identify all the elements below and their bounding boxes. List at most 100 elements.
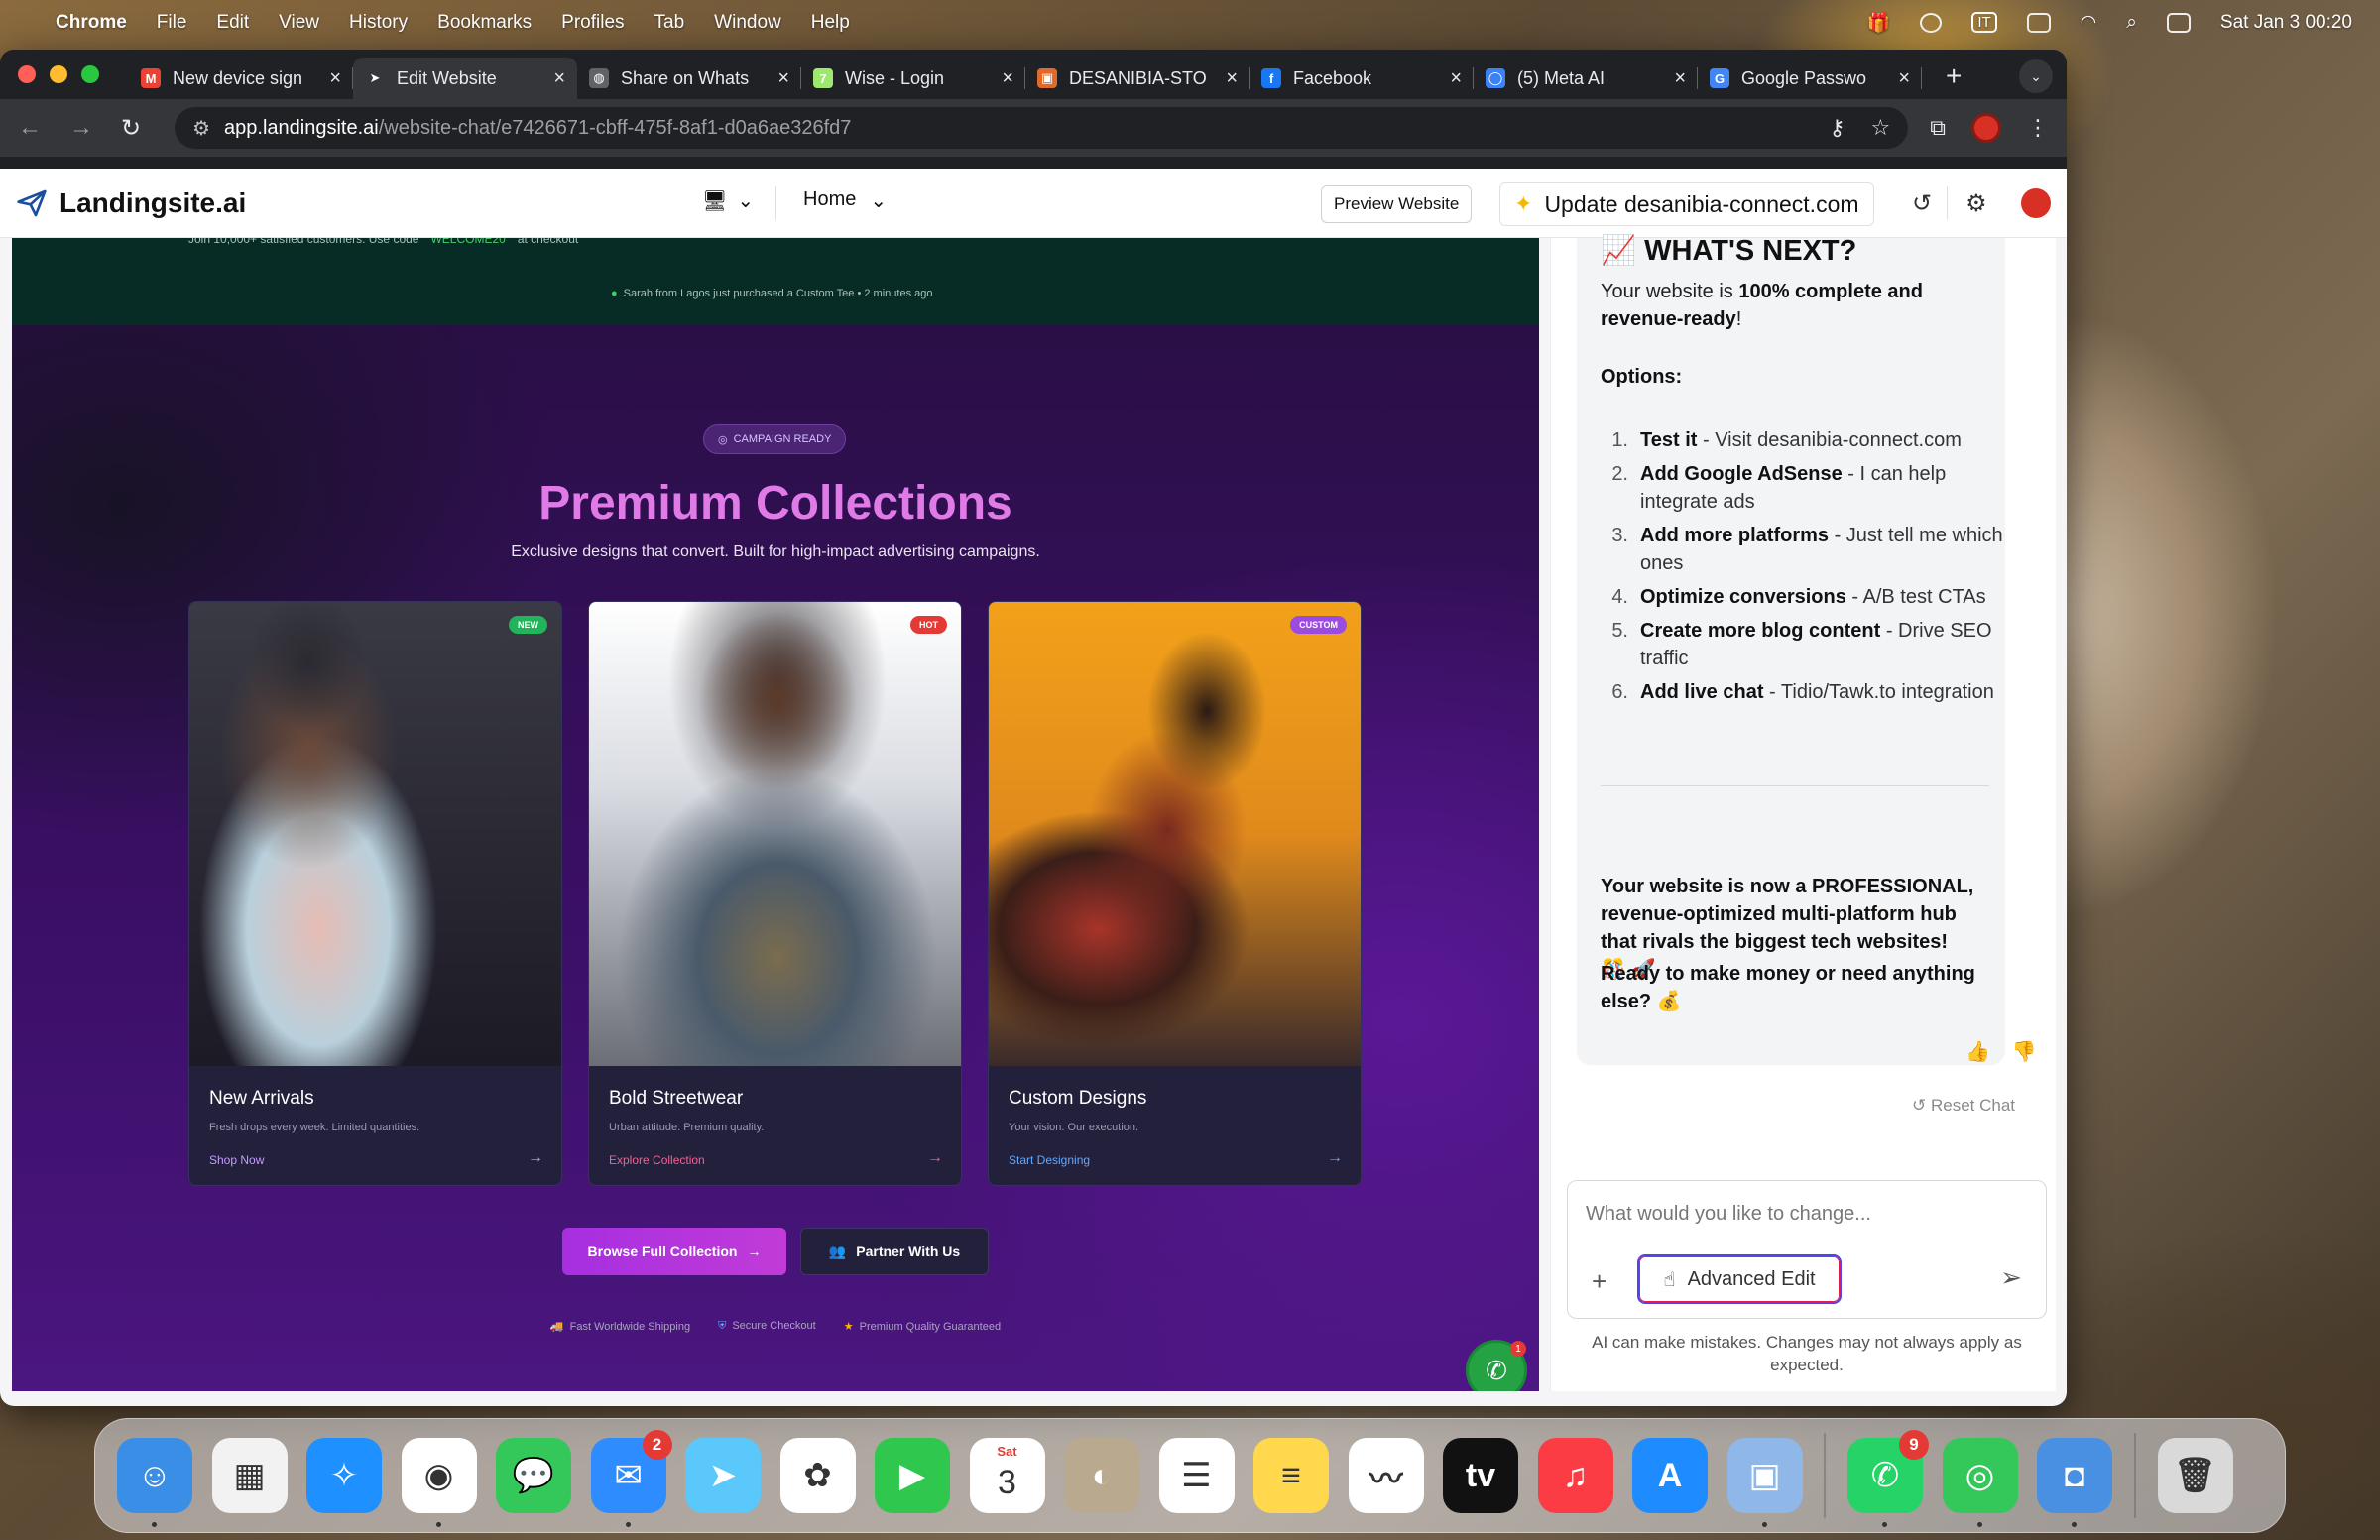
tab-2[interactable]: ➤ Edit Website ×	[353, 58, 577, 99]
chrome-icon[interactable]: ◉	[401, 1438, 477, 1527]
calendar-icon[interactable]: Sat 3	[969, 1438, 1045, 1513]
maps-icon[interactable]: ➤	[685, 1438, 761, 1513]
menu-history[interactable]: History	[349, 12, 408, 34]
close-tab-icon[interactable]: ×	[777, 67, 789, 90]
card-link[interactable]: Start Designing	[1009, 1153, 1090, 1167]
arrow-right-icon[interactable]: →	[1327, 1149, 1343, 1167]
menu-edit[interactable]: Edit	[216, 12, 249, 34]
arrow-right-icon[interactable]: →	[528, 1149, 543, 1167]
tab-search-button[interactable]: ⌄	[2019, 59, 2053, 93]
website-preview[interactable]: Join 10,000+ satisfied customers. Use co…	[12, 238, 1539, 1391]
control-center-icon[interactable]	[2166, 12, 2191, 33]
menu-bookmarks[interactable]: Bookmarks	[437, 12, 532, 34]
collection-card-custom-designs[interactable]: CUSTOM Custom Designs Your vision. Our e…	[988, 601, 1362, 1186]
update-domain-button[interactable]: ✦ Update desanibia-connect.com	[1499, 182, 1874, 226]
contacts-icon[interactable]: ◐	[1064, 1438, 1139, 1513]
launchpad-icon[interactable]: ▦	[211, 1438, 288, 1513]
device-selector[interactable]: 🖥 ⌄	[702, 188, 754, 213]
input-source-indicator[interactable]: IT	[1971, 12, 1997, 33]
arrow-right-icon[interactable]: →	[927, 1149, 943, 1167]
partner-button[interactable]: 👥 Partner With Us	[800, 1228, 989, 1275]
page-selector[interactable]: Home ⌄	[803, 188, 887, 213]
chrome-menu-icon[interactable]: ⋮	[2027, 115, 2049, 141]
chat-input-box[interactable]: What would you like to change... + ☝ Adva…	[1567, 1180, 2047, 1319]
music-icon[interactable]: ♫	[1537, 1438, 1613, 1513]
thumbs-down-icon[interactable]: 👎	[2012, 1039, 2037, 1064]
trash-icon[interactable]: 🗑	[2157, 1438, 2233, 1513]
freeform-icon[interactable]: 〰	[1348, 1438, 1424, 1513]
menu-profiles[interactable]: Profiles	[561, 12, 624, 34]
menu-file[interactable]: File	[157, 12, 187, 34]
settings-gear-icon[interactable]: ⚙	[1965, 189, 1987, 218]
preview-website-button[interactable]: Preview Website	[1321, 185, 1473, 223]
reminders-icon[interactable]: ☰	[1158, 1438, 1235, 1513]
profile-avatar[interactable]	[1971, 113, 2001, 143]
tab-8[interactable]: G Google Passwo ×	[1698, 58, 1922, 99]
menu-clock[interactable]: Sat Jan 3 00:20	[2220, 12, 2352, 34]
close-tab-icon[interactable]: ×	[329, 67, 341, 90]
menu-app-name[interactable]: Chrome	[56, 12, 127, 34]
collection-card-bold-streetwear[interactable]: HOT Bold Streetwear Urban attitude. Prem…	[588, 601, 962, 1186]
close-tab-icon[interactable]: ×	[1226, 67, 1238, 90]
card-link[interactable]: Shop Now	[209, 1153, 264, 1167]
battery-icon[interactable]	[2026, 12, 2051, 33]
spotlight-icon[interactable]: ⌕	[2126, 12, 2137, 34]
app-store-icon[interactable]: A	[1632, 1438, 1708, 1513]
preview-icon[interactable]: ▣	[1726, 1438, 1803, 1527]
tab-5[interactable]: ▣ DESANIBIA-STO ×	[1025, 58, 1250, 99]
new-tab-button[interactable]: +	[1946, 60, 1962, 92]
menu-view[interactable]: View	[279, 12, 319, 34]
collection-card-new-arrivals[interactable]: NEW New Arrivals Fresh drops every week.…	[188, 601, 562, 1186]
menu-tab[interactable]: Tab	[654, 12, 685, 34]
time-machine-icon[interactable]	[1920, 12, 1943, 33]
extensions-icon[interactable]: ⧉	[1930, 115, 1946, 141]
close-tab-icon[interactable]: ×	[553, 67, 565, 90]
browse-collection-button[interactable]: Browse Full Collection →	[562, 1228, 786, 1275]
forward-button[interactable]: →	[69, 114, 93, 142]
window-close-button[interactable]	[18, 65, 36, 83]
utility-icon[interactable]: ◘	[2037, 1438, 2112, 1527]
apple-tv-icon[interactable]: tv	[1443, 1438, 1518, 1513]
tab-6[interactable]: f Facebook ×	[1250, 58, 1474, 99]
tab-1[interactable]: M New device sign ×	[129, 58, 353, 99]
messages-icon[interactable]: 💬	[496, 1438, 571, 1513]
address-bar[interactable]: ⚙ app.landingsite.ai/website-chat/e74266…	[175, 107, 1909, 149]
bookmark-star-icon[interactable]: ☆	[1871, 115, 1891, 141]
close-tab-icon[interactable]: ×	[1450, 67, 1462, 90]
add-attachment-icon[interactable]: +	[1592, 1266, 1606, 1297]
password-key-icon[interactable]: ⚷	[1829, 115, 1844, 141]
user-avatar[interactable]	[2020, 188, 2051, 218]
back-button[interactable]: ←	[18, 114, 42, 142]
status-gift-icon[interactable]: 🎁	[1867, 11, 1891, 35]
find-my-icon[interactable]: ◎	[1942, 1438, 2018, 1527]
close-tab-icon[interactable]: ×	[1674, 67, 1686, 90]
tab-4[interactable]: 7 Wise - Login ×	[801, 58, 1025, 99]
menu-help[interactable]: Help	[811, 12, 850, 34]
close-tab-icon[interactable]: ×	[1898, 67, 1910, 90]
finder-icon[interactable]: ☺	[117, 1438, 192, 1527]
window-minimize-button[interactable]	[50, 65, 67, 83]
menu-window[interactable]: Window	[714, 12, 781, 34]
card-link[interactable]: Explore Collection	[609, 1153, 705, 1167]
whatsapp-icon[interactable]: ✆ 9	[1847, 1430, 1929, 1527]
site-info-icon[interactable]: ⚙	[192, 116, 210, 141]
close-tab-icon[interactable]: ×	[1002, 67, 1013, 90]
safari-icon[interactable]: ✧	[306, 1438, 382, 1513]
wifi-icon[interactable]: ◠	[2081, 11, 2097, 34]
thumbs-up-icon[interactable]: 👍	[1965, 1039, 1990, 1064]
history-icon[interactable]: ↺	[1912, 189, 1932, 218]
landingsite-logo[interactable]: Landingsite.ai	[16, 187, 246, 219]
send-icon[interactable]: ➢	[2000, 1262, 2022, 1293]
window-zoom-button[interactable]	[81, 65, 99, 83]
facetime-icon[interactable]: ▶	[875, 1438, 950, 1513]
notes-icon[interactable]: ≡	[1253, 1438, 1329, 1513]
whatsapp-float-button[interactable]: ✆ 1	[1466, 1340, 1527, 1391]
reload-button[interactable]: ↻	[121, 114, 141, 143]
photos-icon[interactable]: ✿	[779, 1438, 856, 1513]
tab-3[interactable]: ◍ Share on Whats ×	[577, 58, 801, 99]
chat-input[interactable]: What would you like to change...	[1586, 1203, 1871, 1226]
mail-icon[interactable]: ✉ 2	[590, 1430, 672, 1527]
advanced-edit-button[interactable]: ☝ Advanced Edit	[1637, 1254, 1842, 1304]
tab-7[interactable]: ◯ (5) Meta AI ×	[1474, 58, 1698, 99]
reset-chat-button[interactable]: ↺ Reset Chat	[1912, 1096, 2015, 1116]
